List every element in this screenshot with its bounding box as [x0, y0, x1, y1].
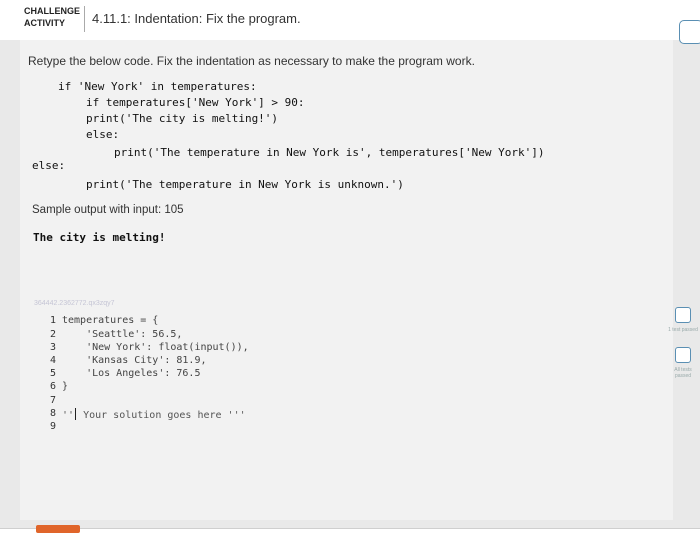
line-number: 8 — [49, 408, 56, 419]
line-number: 6 — [49, 381, 56, 392]
line-number: 3 — [49, 342, 56, 353]
given-code-line-3: print('The city is melting!') — [86, 112, 279, 125]
header-divider — [84, 6, 85, 32]
instruction-text: Retype the below code. Fix the indentati… — [28, 54, 475, 68]
given-code-line-7: print('The temperature in New York is un… — [86, 178, 404, 191]
given-code-line-6: else: — [32, 159, 66, 172]
challenge-activity-badge: CHALLENGE ACTIVITY — [24, 5, 84, 33]
activity-id: 364442.2362772.qx3zqy7 — [34, 300, 115, 307]
given-code-line-4: else: — [86, 128, 120, 141]
comment-open-quotes: '' — [62, 410, 75, 421]
line-number: 4 — [49, 355, 56, 366]
editor-line: 'New York': float(input()), — [62, 342, 249, 353]
badge-line-2: ACTIVITY — [24, 18, 66, 28]
given-code-line-5: print('The temperature in New York is', … — [114, 146, 545, 159]
badge-line-1: CHALLENGE — [24, 6, 80, 16]
line-number: 1 — [49, 315, 56, 326]
all-tests-label: All tests passed — [674, 367, 692, 379]
given-code-line-2: if temperatures['New York'] > 90: — [86, 96, 305, 109]
test-1-label: 1 test passed — [668, 327, 698, 333]
line-number: 7 — [49, 395, 56, 406]
activity-header: CHALLENGE ACTIVITY 4.11.1: Indentation: … — [0, 0, 700, 40]
code-editor[interactable]: 1 2 3 4 5 6 7 8 9 temperatures = { 'Seat… — [36, 309, 656, 469]
bottom-bar — [0, 528, 700, 551]
editor-line: } — [62, 381, 69, 392]
editor-line: 'Los Angeles': 76.5 — [62, 368, 201, 379]
line-number: 5 — [49, 368, 56, 379]
text-cursor — [75, 408, 77, 420]
sample-output-text: The city is melting! — [33, 231, 166, 244]
activity-title: 4.11.1: Indentation: Fix the program. — [92, 11, 301, 26]
editor-line: 'Kansas City': 81.9, — [62, 355, 207, 366]
given-code-line-1: if 'New York' in temperatures: — [58, 80, 257, 93]
editor-line: 'Seattle': 56.5, — [62, 329, 183, 340]
line-number: 2 — [49, 329, 56, 340]
editor-line: temperatures = { — [62, 315, 159, 326]
all-tests-check-icon — [675, 347, 691, 363]
completion-checkbox[interactable] — [679, 20, 700, 44]
sample-output-label: Sample output with input: 105 — [32, 204, 184, 216]
comment-text: Your solution goes here ''' — [77, 410, 246, 421]
test-1-check-icon — [675, 307, 691, 323]
line-number: 9 — [49, 421, 56, 432]
solution-comment-line: '' Your solution goes here ''' — [62, 408, 246, 421]
run-button[interactable] — [36, 525, 80, 533]
